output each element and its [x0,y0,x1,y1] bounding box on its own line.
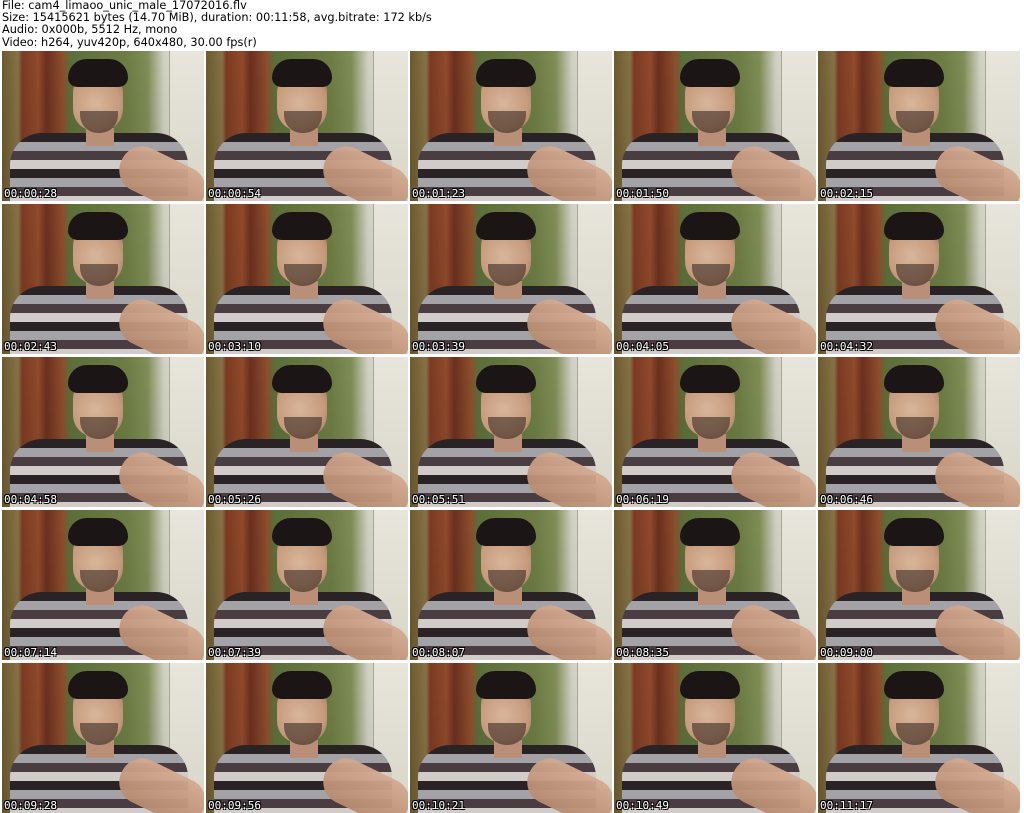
video-frame-thumbnail: 00:01:50 [614,51,816,201]
frame-hair [68,518,128,546]
frame-hair [272,59,332,87]
video-frame-thumbnail: 00:05:51 [410,357,612,507]
video-frame-thumbnail: 00:04:32 [818,204,1020,354]
frame-hair [884,212,944,240]
video-frame-thumbnail: 00:03:10 [206,204,408,354]
video-frame-thumbnail: 00:08:35 [614,510,816,660]
video-frame-thumbnail: 00:00:54 [206,51,408,201]
video-frame-thumbnail: 00:08:07 [410,510,612,660]
video-frame-thumbnail: 00:10:49 [614,663,816,813]
frame-hair [680,518,740,546]
frame-hair [476,59,536,87]
frame-hair [476,212,536,240]
frame-hair [476,518,536,546]
video-frame-thumbnail: 00:02:43 [2,204,204,354]
audio-info-line: Audio: 0x000b, 5512 Hz, mono [2,23,178,37]
frame-hair [272,518,332,546]
video-frame-thumbnail: 00:09:56 [206,663,408,813]
frame-hair [68,212,128,240]
frame-hair [476,365,536,393]
frame-hair [884,518,944,546]
frame-hair [272,365,332,393]
video-frame-thumbnail: 00:07:14 [2,510,204,660]
frame-hair [272,671,332,699]
frame-hair [680,212,740,240]
video-frame-thumbnail: 00:01:23 [410,51,612,201]
frame-hair [680,365,740,393]
video-frame-thumbnail: 00:09:00 [818,510,1020,660]
video-frame-thumbnail: 00:06:46 [818,357,1020,507]
frame-hair [68,671,128,699]
frame-hair [68,365,128,393]
video-frame-thumbnail: 00:00:28 [2,51,204,201]
thumbnail-grid: 00:00:28 00:00:54 00:01:23 00:01:50 00:02:15… [0,51,1024,813]
file-info-header: File: cam4_limaoo_unic_male_17072016.flv… [2,0,1022,50]
frame-hair [884,671,944,699]
video-frame-thumbnail: 00:11:17 [818,663,1020,813]
video-info-line: Video: h264, yuv420p, 640x480, 30.00 fps… [2,35,257,49]
video-frame-thumbnail: 00:04:05 [614,204,816,354]
frame-hair [884,365,944,393]
video-frame-thumbnail: 00:02:15 [818,51,1020,201]
video-frame-thumbnail: 00:10:21 [410,663,612,813]
video-frame-thumbnail: 00:04:58 [2,357,204,507]
video-frame-thumbnail: 00:03:39 [410,204,612,354]
video-frame-thumbnail: 00:09:28 [2,663,204,813]
video-frame-thumbnail: 00:05:26 [206,357,408,507]
frame-hair [680,671,740,699]
video-frame-thumbnail: 00:07:39 [206,510,408,660]
frame-hair [884,59,944,87]
frame-hair [680,59,740,87]
frame-hair [272,212,332,240]
frame-hair [476,671,536,699]
frame-hair [68,59,128,87]
video-frame-thumbnail: 00:06:19 [614,357,816,507]
